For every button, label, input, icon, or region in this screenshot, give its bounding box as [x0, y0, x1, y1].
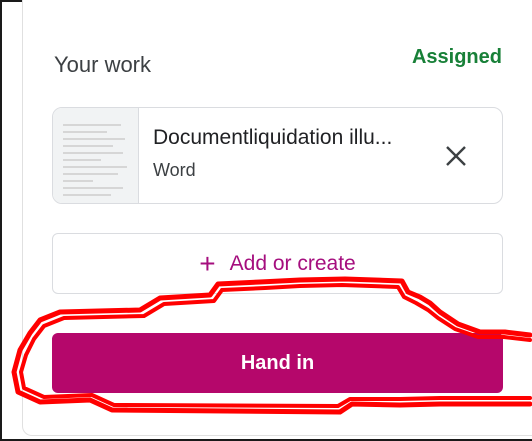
close-icon[interactable]	[442, 142, 470, 170]
add-or-create-button[interactable]: + Add or create	[52, 233, 503, 294]
remove-attachment-button[interactable]	[442, 142, 470, 170]
hand-in-label: Hand in	[240, 351, 315, 374]
document-thumbnail	[53, 108, 139, 203]
status-badge: Assigned	[411, 46, 502, 68]
add-or-create-label: Add or create	[229, 251, 356, 275]
attachment-card[interactable]: Documentliquidation illu... Word	[52, 107, 503, 204]
plus-icon: +	[199, 247, 216, 279]
hand-in-button[interactable]: Hand in	[52, 333, 503, 393]
your-work-title: Your work	[54, 52, 152, 77]
